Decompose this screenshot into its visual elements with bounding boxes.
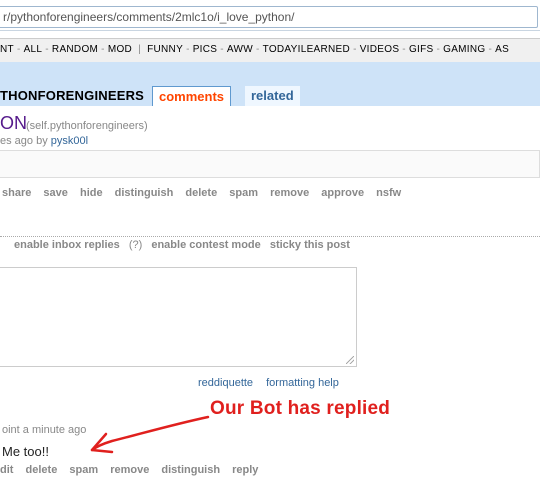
annotation-label: Our Bot has replied bbox=[210, 398, 391, 419]
annotation-arrow-icon bbox=[90, 415, 210, 454]
